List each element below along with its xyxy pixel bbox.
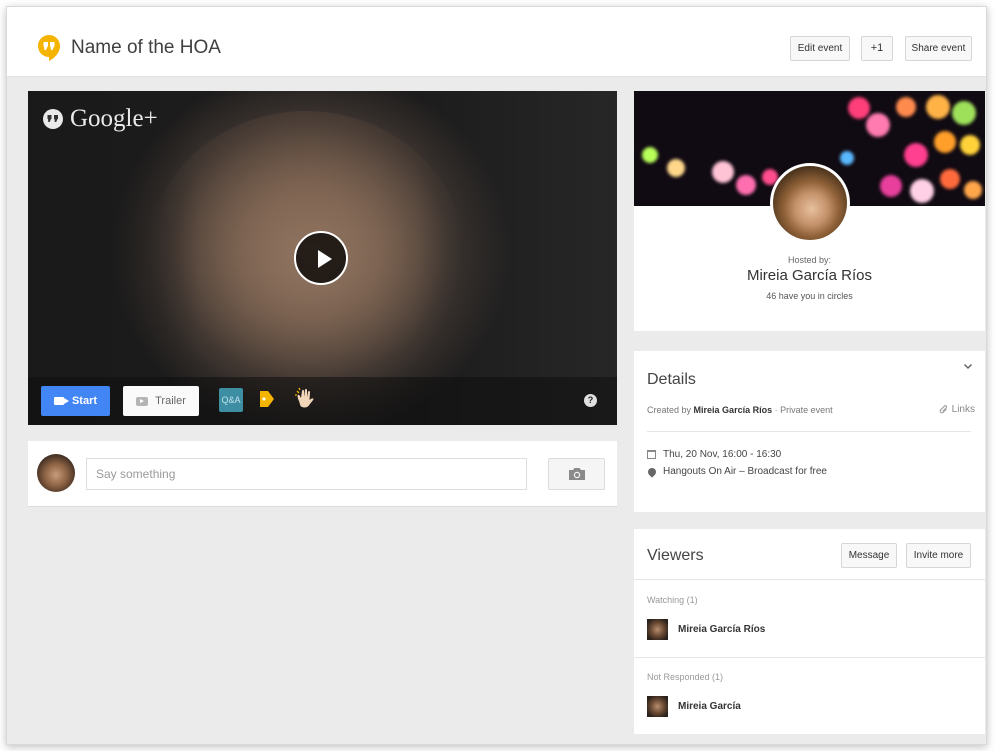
qa-app-icon[interactable]: Q&A bbox=[219, 388, 243, 412]
banner-light bbox=[848, 97, 870, 119]
page-title: Name of the HOA bbox=[71, 37, 221, 58]
banner-light bbox=[964, 181, 982, 199]
banner-light bbox=[642, 147, 658, 163]
not-responded-label: Not Responded (1) bbox=[647, 672, 724, 682]
location-pin-icon bbox=[646, 465, 658, 478]
google-plus-logo: Google+ bbox=[42, 105, 158, 133]
camera-icon bbox=[569, 468, 585, 480]
video-shade-right bbox=[417, 91, 617, 425]
event-location: Hangouts On Air – Broadcast for free bbox=[663, 466, 827, 477]
trailer-button[interactable]: Trailer bbox=[123, 386, 199, 416]
chevron-down-icon[interactable] bbox=[963, 361, 973, 371]
created-by-line: Created by Mireia García Ríos · Private … bbox=[647, 405, 833, 415]
event-date: Thu, 20 Nov, 16:00 - 16:30 bbox=[663, 449, 782, 460]
applause-hand-icon[interactable] bbox=[294, 387, 316, 411]
plus-one-button[interactable]: +1 bbox=[861, 36, 893, 61]
say-something-input[interactable] bbox=[86, 458, 527, 490]
share-event-button[interactable]: Share event bbox=[905, 36, 972, 61]
links-button[interactable]: Links bbox=[939, 404, 975, 415]
event-location-row: Hangouts On Air – Broadcast for free bbox=[646, 465, 827, 478]
hangouts-icon bbox=[38, 35, 60, 61]
invite-more-button[interactable]: Invite more bbox=[906, 543, 971, 568]
edit-event-button[interactable]: Edit event bbox=[790, 36, 850, 61]
hangout-event-page: Name of the HOA Edit event +1 Share even… bbox=[6, 6, 987, 745]
viewers-title: Viewers bbox=[647, 547, 704, 564]
user-avatar bbox=[37, 454, 75, 492]
banner-light bbox=[960, 135, 980, 155]
banner-light bbox=[952, 101, 976, 125]
viewer-name: Mireia García bbox=[678, 701, 741, 712]
play-button[interactable] bbox=[294, 231, 348, 285]
details-divider bbox=[647, 431, 971, 432]
circles-count: 46 have you in circles bbox=[766, 291, 853, 301]
banner-light bbox=[904, 143, 928, 167]
viewer-avatar bbox=[647, 619, 668, 640]
start-label: Start bbox=[71, 395, 98, 407]
trailer-label: Trailer bbox=[155, 395, 186, 407]
message-button[interactable]: Message bbox=[841, 543, 897, 568]
created-prefix: Created by bbox=[647, 405, 692, 415]
viewer-item-watching[interactable]: Mireia García Ríos bbox=[647, 619, 765, 640]
brand-text: Google+ bbox=[70, 105, 158, 132]
video-toolbar: Start Trailer Q&A ? bbox=[28, 377, 617, 425]
details-title: Details bbox=[647, 371, 696, 388]
host-card: Hosted by: Mireia García Ríos 46 have yo… bbox=[634, 91, 985, 331]
banner-light bbox=[940, 169, 960, 189]
help-icon[interactable]: ? bbox=[584, 394, 597, 407]
hangouts-quote-icon bbox=[43, 109, 63, 129]
youtube-icon bbox=[136, 396, 149, 406]
event-date-row: Thu, 20 Nov, 16:00 - 16:30 bbox=[647, 449, 781, 460]
play-icon bbox=[318, 250, 332, 268]
viewers-divider bbox=[634, 657, 985, 658]
banner-light bbox=[712, 161, 734, 183]
details-card: Details Created by Mireia García Ríos · … bbox=[634, 351, 985, 512]
banner-light bbox=[926, 95, 950, 119]
video-player[interactable]: Google+ Start Trailer Q&A ? bbox=[28, 91, 617, 425]
banner-light bbox=[896, 97, 916, 117]
host-name[interactable]: Mireia García Ríos bbox=[634, 267, 985, 284]
video-camera-icon bbox=[53, 397, 69, 405]
banner-light bbox=[934, 131, 956, 153]
viewer-item-not-responded[interactable]: Mireia García bbox=[647, 696, 741, 717]
banner-light bbox=[880, 175, 902, 197]
add-photo-button[interactable] bbox=[548, 458, 605, 490]
top-bar: Name of the HOA Edit event +1 Share even… bbox=[7, 7, 986, 77]
banner-light bbox=[736, 175, 756, 195]
hosted-by-label: Hosted by: bbox=[787, 255, 832, 265]
banner-light bbox=[866, 113, 890, 137]
banner-light bbox=[840, 151, 854, 165]
host-avatar[interactable] bbox=[770, 163, 850, 243]
banner-light bbox=[910, 179, 934, 203]
video-shade-left bbox=[28, 91, 198, 425]
viewers-card: Viewers Message Invite more Watching (1)… bbox=[634, 529, 985, 734]
comment-box bbox=[28, 441, 617, 507]
watching-label: Watching (1) bbox=[647, 595, 698, 605]
showcase-tag-icon[interactable] bbox=[258, 389, 276, 409]
links-label: Links bbox=[951, 404, 975, 415]
paperclip-icon bbox=[939, 405, 947, 414]
privacy-label: · Private event bbox=[774, 405, 833, 415]
calendar-icon bbox=[647, 450, 656, 459]
viewer-name: Mireia García Ríos bbox=[678, 624, 766, 635]
creator-name[interactable]: Mireia García Ríos bbox=[694, 405, 773, 415]
start-broadcast-button[interactable]: Start bbox=[41, 386, 110, 416]
viewers-divider bbox=[634, 579, 985, 580]
banner-light bbox=[667, 159, 685, 177]
viewer-avatar bbox=[647, 696, 668, 717]
